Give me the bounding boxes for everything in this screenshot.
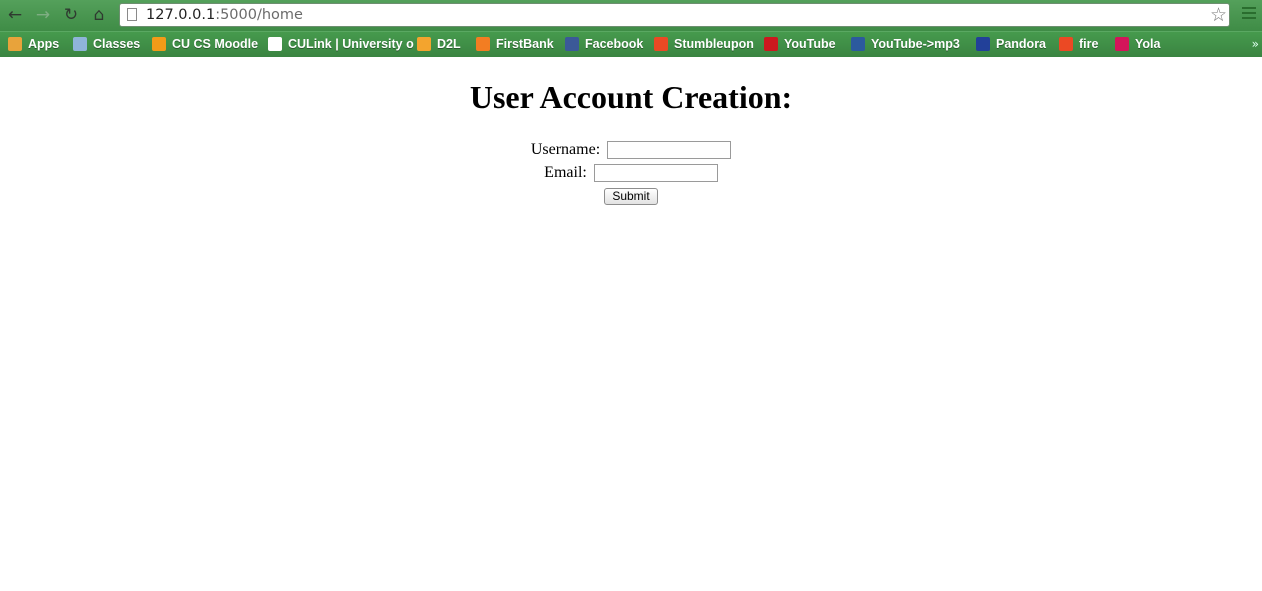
bookmark-label: Yola bbox=[1135, 37, 1161, 51]
youtube-icon bbox=[764, 37, 778, 51]
bookmark-item[interactable]: YouTube bbox=[764, 37, 836, 51]
forward-icon[interactable]: → bbox=[33, 5, 53, 25]
page-icon bbox=[268, 37, 282, 51]
bookmark-label: Stumbleupon bbox=[674, 37, 754, 51]
bookmark-item[interactable]: CULink | University o bbox=[268, 37, 414, 51]
home-icon[interactable]: ⌂ bbox=[89, 5, 109, 25]
username-input[interactable] bbox=[607, 141, 732, 160]
firstbank-icon bbox=[476, 37, 490, 51]
bookmark-label: YouTube->mp3 bbox=[871, 37, 960, 51]
pandora-icon bbox=[976, 37, 990, 51]
bookmark-label: Classes bbox=[93, 37, 141, 51]
bookmark-item[interactable]: Facebook bbox=[565, 37, 643, 51]
page-content: User Account Creation: Username: Email: … bbox=[0, 79, 1262, 205]
yola-icon bbox=[1115, 37, 1129, 51]
bookmark-item[interactable]: FirstBank bbox=[476, 37, 554, 51]
url-host: 127.0.0.1 bbox=[146, 7, 216, 23]
browser-toolbar: ← → ↻ ⌂ 127.0.0.1:5000/home ☆ bbox=[0, 0, 1262, 31]
bookmark-label: D2L bbox=[437, 37, 461, 51]
username-label: Username: bbox=[530, 141, 601, 158]
username-row: Username: bbox=[0, 141, 1262, 161]
bookmark-label: Apps bbox=[28, 37, 60, 51]
bookmark-item[interactable]: Stumbleupon bbox=[654, 37, 754, 51]
bookmark-label: YouTube bbox=[784, 37, 836, 51]
chrome-menu-icon[interactable] bbox=[1242, 7, 1256, 21]
yt-mp3-icon bbox=[851, 37, 865, 51]
bookmark-label: CU CS Moodle bbox=[172, 37, 259, 51]
facebook-icon bbox=[565, 37, 579, 51]
page-icon bbox=[127, 8, 137, 21]
address-bar[interactable]: 127.0.0.1:5000/home ☆ bbox=[119, 3, 1230, 27]
browser-chrome: ← → ↻ ⌂ 127.0.0.1:5000/home ☆ » Apps Clas… bbox=[0, 0, 1262, 57]
bookmark-item[interactable]: D2L bbox=[417, 37, 461, 51]
back-icon[interactable]: ← bbox=[5, 5, 25, 25]
email-input[interactable] bbox=[593, 164, 718, 183]
email-label: Email: bbox=[544, 164, 587, 181]
apps-grid-icon bbox=[8, 37, 22, 51]
reload-icon[interactable]: ↻ bbox=[61, 5, 81, 25]
bookmark-item[interactable]: Apps bbox=[8, 37, 59, 51]
bookmarks-overflow-icon[interactable]: » bbox=[1252, 37, 1259, 51]
bookmark-item[interactable]: YouTube->mp3 bbox=[851, 37, 960, 51]
bookmark-item[interactable]: CU CS Moodle bbox=[152, 37, 258, 51]
url-path: :5000/home bbox=[215, 7, 303, 23]
bookmark-label: fire bbox=[1079, 37, 1099, 51]
bookmark-label: Facebook bbox=[585, 37, 644, 51]
bookmark-label: FirstBank bbox=[496, 37, 554, 51]
page-title: User Account Creation: bbox=[469, 79, 793, 115]
bookmark-item[interactable]: fire bbox=[1059, 37, 1098, 51]
url-text[interactable]: 127.0.0.1:5000/home bbox=[146, 7, 303, 23]
bookmark-label: Pandora bbox=[996, 37, 1047, 51]
bookmark-label: CULink | University o bbox=[288, 37, 414, 51]
stumbleupon-icon bbox=[1059, 37, 1073, 51]
bookmark-item[interactable]: Yola bbox=[1115, 37, 1160, 51]
moodle-icon bbox=[152, 37, 166, 51]
folder-icon bbox=[73, 37, 87, 51]
bookmark-item[interactable]: Pandora bbox=[976, 37, 1046, 51]
bookmark-star-icon[interactable]: ☆ bbox=[1210, 4, 1227, 26]
bookmarks-bar: » Apps Classes CU CS Moodle CULink | Univer… bbox=[0, 31, 1262, 57]
d2l-icon bbox=[417, 37, 431, 51]
email-row: Email: bbox=[0, 164, 1262, 184]
submit-button[interactable]: Submit bbox=[604, 188, 658, 205]
bookmark-item[interactable]: Classes bbox=[73, 37, 140, 51]
stumbleupon-icon bbox=[654, 37, 668, 51]
